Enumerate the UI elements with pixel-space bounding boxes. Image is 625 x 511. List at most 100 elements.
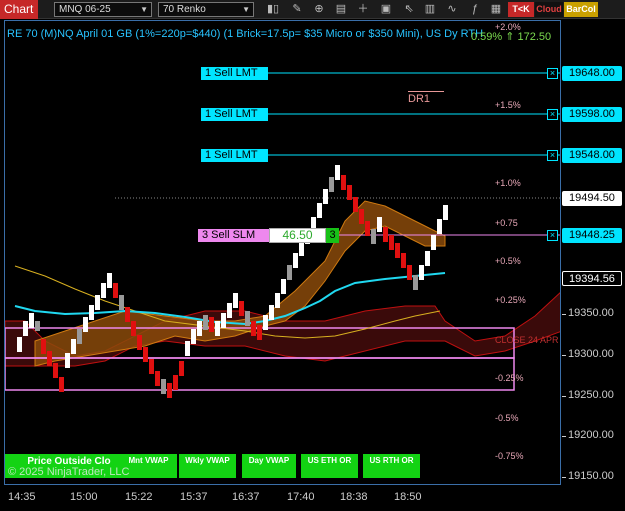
barcol-button[interactable]: BarCol bbox=[564, 2, 598, 17]
renko-brick-down bbox=[161, 379, 166, 384]
chart-plot-area[interactable]: RE 70 (M)NQ April 01 GB (1%=220p=$440) (… bbox=[4, 20, 561, 485]
indicator-icon[interactable]: ƒ bbox=[467, 2, 483, 17]
current-price-label: 19494.50 bbox=[562, 191, 622, 206]
bar-type-select[interactable]: 70 Renko ▼ bbox=[158, 2, 254, 17]
cancel-order-icon[interactable]: × bbox=[547, 230, 558, 241]
renko-brick-up bbox=[377, 227, 382, 232]
renko-brick-up bbox=[323, 199, 328, 204]
renko-brick-up bbox=[29, 323, 34, 328]
renko-brick-up bbox=[107, 273, 112, 278]
renko-brick-down bbox=[251, 331, 256, 336]
renko-brick-down bbox=[341, 175, 346, 180]
sell-stop-order-tag[interactable]: 3 Sell SLM bbox=[198, 229, 269, 242]
renko-brick-down bbox=[113, 283, 118, 288]
day-vwap-button[interactable]: Day VWAP bbox=[242, 454, 296, 478]
zoom-icon[interactable]: ⊕ bbox=[311, 2, 327, 17]
renko-brick-up bbox=[227, 308, 232, 313]
renko-brick-up bbox=[437, 229, 442, 234]
stop-order-quantity[interactable]: 3 bbox=[326, 228, 339, 243]
chart-tab[interactable]: Chart bbox=[0, 0, 38, 19]
renko-brick-down bbox=[365, 226, 370, 231]
renko-brick-up bbox=[23, 326, 28, 331]
cancel-order-icon[interactable]: × bbox=[547, 109, 558, 120]
template-icon[interactable]: ▦ bbox=[488, 2, 504, 17]
renko-brick-down bbox=[125, 317, 130, 322]
renko-brick-up bbox=[275, 293, 280, 298]
renko-brick-up bbox=[443, 215, 448, 220]
renko-brick-up bbox=[287, 270, 292, 275]
renko-brick-down bbox=[413, 275, 418, 280]
renko-brick-down bbox=[167, 393, 172, 398]
pencil-icon[interactable]: ✎ bbox=[289, 2, 305, 17]
tk-button[interactable]: T<K bbox=[508, 2, 534, 17]
pct-level-label: +2.0% bbox=[495, 22, 521, 32]
cancel-order-icon[interactable]: × bbox=[547, 68, 558, 79]
renko-brick-up bbox=[101, 283, 106, 288]
renko-brick-up bbox=[221, 323, 226, 328]
strategy-icon[interactable]: ∿ bbox=[444, 2, 460, 17]
renko-brick-down bbox=[59, 377, 64, 382]
renko-brick-down bbox=[41, 344, 46, 349]
time-axis[interactable]: 14:35 15:00 15:22 15:37 16:37 17:40 18:3… bbox=[4, 485, 561, 511]
renko-brick-up bbox=[317, 213, 322, 218]
renko-brick-up bbox=[77, 329, 82, 334]
time-tick: 14:35 bbox=[8, 491, 36, 503]
renko-brick-down bbox=[389, 235, 394, 240]
us-eth-or-button[interactable]: US ETH OR bbox=[301, 454, 358, 478]
properties-icon[interactable]: ▤ bbox=[333, 2, 349, 17]
instrument-select[interactable]: MNQ 06-25 ▼ bbox=[54, 2, 152, 17]
renko-brick-up bbox=[443, 205, 448, 210]
sell-limit-order-tag[interactable]: 1 Sell LMT bbox=[201, 67, 268, 80]
renko-brick-down bbox=[401, 253, 406, 258]
arrow-icon[interactable]: ⇖ bbox=[401, 2, 417, 17]
renko-brick-down bbox=[167, 383, 172, 388]
renko-brick-up bbox=[71, 344, 76, 349]
cloud-button[interactable]: Cloud bbox=[535, 2, 563, 17]
renko-brick-up bbox=[311, 217, 316, 222]
sell-limit-order-tag[interactable]: 1 Sell LMT bbox=[201, 149, 268, 162]
renko-brick-up bbox=[269, 305, 274, 310]
renko-brick-down bbox=[359, 209, 364, 214]
renko-brick-down bbox=[119, 295, 124, 300]
renko-brick-down bbox=[239, 311, 244, 316]
crosshair-icon[interactable]: ＋ bbox=[355, 2, 371, 17]
us-rth-or-button[interactable]: US RTH OR bbox=[363, 454, 420, 478]
sell-limit-order-tag[interactable]: 1 Sell LMT bbox=[201, 108, 268, 121]
renko-brick-down bbox=[389, 240, 394, 245]
weekly-vwap-button[interactable]: Wkly VWAP bbox=[179, 454, 236, 478]
order-icon[interactable]: ▣ bbox=[378, 2, 394, 17]
renko-brick-up bbox=[317, 208, 322, 213]
renko-brick-up bbox=[203, 320, 208, 325]
renko-brick-up bbox=[83, 322, 88, 327]
stop-order-price-value[interactable]: 46.50 bbox=[269, 228, 326, 243]
renko-brick-up bbox=[215, 331, 220, 336]
renko-brick-up bbox=[269, 315, 274, 320]
price-tick: 19300.00 bbox=[562, 348, 614, 360]
renko-brick-up bbox=[227, 313, 232, 318]
renko-brick-up bbox=[83, 327, 88, 332]
price-axis[interactable]: 19648.00 19598.00 19548.00 19494.50 1944… bbox=[561, 20, 625, 485]
renko-brick-up bbox=[17, 347, 22, 352]
renko-brick-down bbox=[407, 275, 412, 280]
cancel-order-icon[interactable]: × bbox=[547, 150, 558, 161]
renko-brick-down bbox=[137, 335, 142, 340]
ema-price-label: 19394.56 bbox=[562, 271, 622, 286]
renko-brick-up bbox=[263, 320, 268, 325]
renko-brick-down bbox=[251, 326, 256, 331]
renko-brick-down bbox=[353, 207, 358, 212]
renko-brick-up bbox=[23, 321, 28, 326]
renko-brick-up bbox=[263, 315, 268, 320]
renko-brick-up bbox=[287, 275, 292, 280]
renko-brick-up bbox=[29, 318, 34, 323]
pct-level-label: +1.5% bbox=[495, 100, 521, 110]
renko-brick-up bbox=[107, 283, 112, 288]
renko-brick-up bbox=[77, 334, 82, 339]
time-tick: 15:37 bbox=[180, 491, 208, 503]
renko-brick-up bbox=[335, 170, 340, 175]
pct-level-label: +0.75 bbox=[495, 218, 518, 228]
renko-brick-up bbox=[95, 295, 100, 300]
price-chart-canvas bbox=[5, 72, 560, 398]
renko-brick-down bbox=[359, 214, 364, 219]
bar-style-icon[interactable]: ▮▯ bbox=[265, 2, 281, 17]
chart-trader-icon[interactable]: ▥ bbox=[422, 2, 438, 17]
